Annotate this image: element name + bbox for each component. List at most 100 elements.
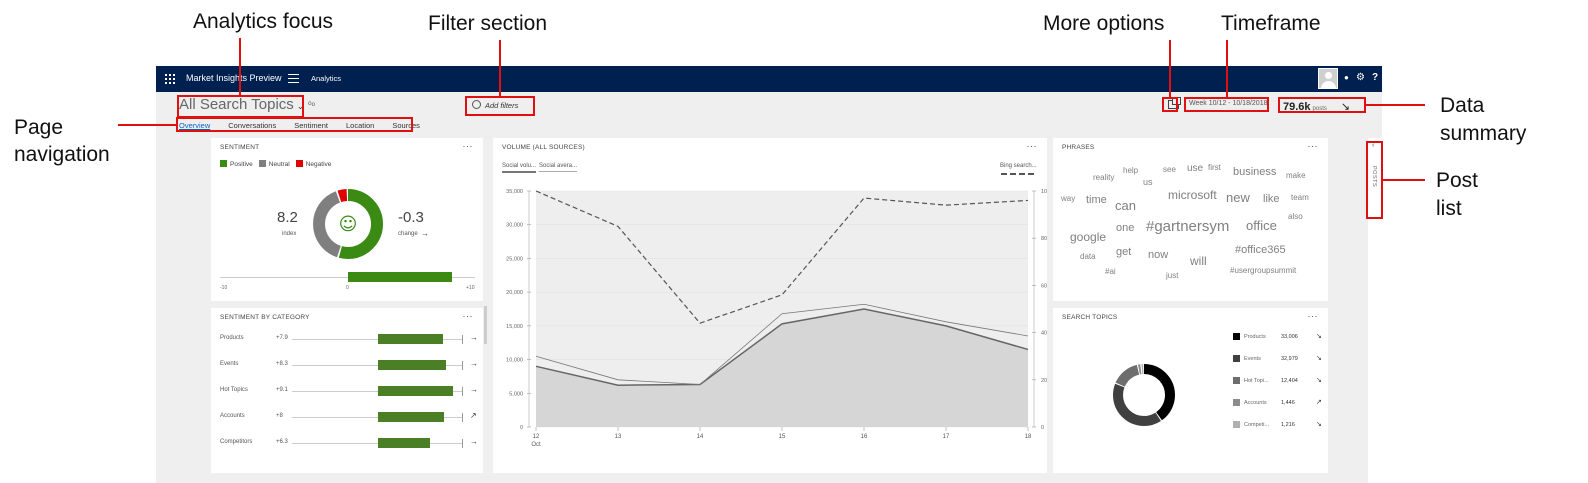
scrollbar-thumb[interactable] (484, 306, 487, 344)
phrase-word[interactable]: see (1163, 165, 1176, 174)
card-title: SENTIMENT BY CATEGORY (220, 314, 310, 321)
card-menu-icon[interactable]: ··· (1027, 141, 1038, 151)
card-menu-icon[interactable]: ··· (1308, 311, 1319, 321)
card-title: SEARCH TOPICS (1062, 314, 1118, 321)
trend-arrow-icon: → (470, 385, 478, 394)
topic-count: 12,404 (1281, 378, 1298, 384)
phrase-word[interactable]: just (1166, 271, 1178, 280)
phrase-word[interactable]: #ai (1105, 267, 1116, 276)
phrase-word[interactable]: also (1288, 212, 1303, 221)
phrase-word[interactable]: reality (1093, 173, 1114, 182)
trend-arrow-icon: ↘ (1316, 355, 1322, 362)
y2-tick-label: 0 (1041, 425, 1044, 431)
sentiment-index-value: 8.2 (277, 209, 298, 226)
y2-tick-label: 60 (1041, 283, 1047, 289)
category-label: Competitors (220, 439, 253, 445)
category-axis (292, 443, 462, 444)
help-icon[interactable]: ? (1372, 72, 1378, 83)
phrase-word[interactable]: #gartnersym (1146, 218, 1229, 235)
highlight-analytics-focus (177, 95, 304, 118)
tab-social-average[interactable]: Social avera... (539, 163, 578, 172)
x-tick-label: 16 (861, 434, 868, 440)
status-dot-icon[interactable]: ● (1344, 73, 1349, 82)
share-icon[interactable]: ⁰ᵒ (308, 100, 315, 111)
topic-row[interactable]: Hot Topi... 12,404 ↘ (1233, 377, 1328, 387)
x-tick-label: 18 (1025, 434, 1032, 440)
category-row[interactable]: Hot Topics +9.1 → (220, 385, 478, 397)
category-row[interactable]: Products +7.9 → (220, 333, 478, 345)
x-tick-label: 14 (697, 434, 704, 440)
category-label: Products (220, 335, 244, 341)
topic-label: Products (1244, 334, 1266, 340)
phrase-word[interactable]: business (1233, 166, 1276, 178)
avatar[interactable] (1318, 68, 1338, 89)
phrase-word[interactable]: use (1187, 163, 1203, 174)
phrase-word[interactable]: us (1143, 177, 1153, 187)
axis-max-label: +10 (466, 285, 475, 291)
category-row[interactable]: Events +8.3 → (220, 359, 478, 371)
bing-search-legend: Bing search... (1000, 163, 1037, 169)
phrase-word[interactable]: get (1116, 246, 1131, 258)
phrase-word[interactable]: way (1061, 194, 1075, 203)
topic-row[interactable]: Accounts 1,446 ↗ (1233, 399, 1328, 409)
axis-min-label: -10 (220, 285, 228, 291)
tab-social-volume[interactable]: Social volu... (502, 163, 537, 173)
y-tick-label: 20,000 (506, 290, 523, 296)
search-topics-card: SEARCH TOPICS ··· Products 33,006 ↘ Events 3… (1053, 308, 1328, 473)
category-bar (378, 438, 430, 448)
phrase-word[interactable]: new (1226, 190, 1250, 205)
phrase-word[interactable]: will (1190, 254, 1207, 268)
topic-row[interactable]: Competi... 1,216 ↘ (1233, 421, 1328, 431)
breadcrumb[interactable]: Analytics (311, 74, 341, 83)
sentiment-change-value: -0.3 (398, 209, 424, 226)
callout-page-navigation-line1: Page (14, 116, 64, 139)
hamburger-icon[interactable] (288, 74, 299, 83)
topic-swatch (1233, 421, 1240, 428)
negative-swatch (295, 160, 303, 167)
phrase-word[interactable]: make (1286, 171, 1306, 180)
highlight-data-summary (1278, 97, 1366, 113)
phrase-word[interactable]: team (1291, 193, 1309, 202)
category-axis-end (462, 361, 463, 370)
phrase-word[interactable]: microsoft (1168, 188, 1217, 202)
phrase-word[interactable]: data (1080, 252, 1096, 261)
card-menu-icon[interactable]: ··· (463, 141, 474, 151)
bing-legend-swatch (1001, 173, 1034, 175)
phrase-word[interactable]: one (1116, 222, 1134, 234)
y2-tick-label: 20 (1041, 378, 1047, 384)
phrase-word[interactable]: #office365 (1235, 244, 1286, 256)
category-row[interactable]: Accounts +8 ↗ (220, 411, 477, 423)
category-label: Events (220, 361, 239, 367)
phrase-word[interactable]: time (1086, 194, 1107, 206)
y-tick-label: 0 (520, 425, 523, 431)
topic-row[interactable]: Products 33,006 ↘ (1233, 333, 1328, 343)
phrase-word[interactable]: can (1115, 198, 1136, 213)
gear-icon[interactable]: ⚙ (1356, 72, 1365, 83)
positive-swatch (220, 160, 227, 167)
phrase-word[interactable]: google (1070, 230, 1106, 244)
trend-arrow-icon: ↗ (470, 411, 477, 420)
y-tick-label: 5,000 (509, 391, 523, 397)
trend-arrow-icon: ↗ (1316, 399, 1322, 406)
topic-swatch (1233, 399, 1240, 406)
phrase-word[interactable]: office (1246, 218, 1277, 233)
waffle-icon[interactable] (165, 74, 175, 84)
topic-row[interactable]: Events 32,979 ↘ (1233, 355, 1328, 365)
connector-filter-section (499, 40, 501, 97)
phrase-word[interactable]: first (1208, 163, 1221, 172)
phrase-word[interactable]: help (1123, 166, 1138, 175)
category-row[interactable]: Competitors +6.3 → (220, 437, 478, 449)
app-name[interactable]: Market Insights Preview (186, 73, 282, 83)
card-menu-icon[interactable]: ··· (463, 311, 474, 321)
topic-label: Competi... (1244, 422, 1270, 428)
phrase-word[interactable]: like (1263, 193, 1280, 205)
category-score: +7.9 (276, 335, 288, 341)
legend-positive: Positive (230, 161, 253, 168)
phrase-word[interactable]: #usergroupsummit (1230, 266, 1296, 275)
category-score: +6.3 (276, 439, 288, 445)
category-axis-end (462, 413, 463, 422)
trend-arrow-icon: ↘ (1316, 421, 1322, 428)
x-tick-label: 17 (943, 434, 950, 440)
legend-neutral: Neutral (268, 161, 290, 168)
phrase-word[interactable]: now (1148, 249, 1168, 261)
